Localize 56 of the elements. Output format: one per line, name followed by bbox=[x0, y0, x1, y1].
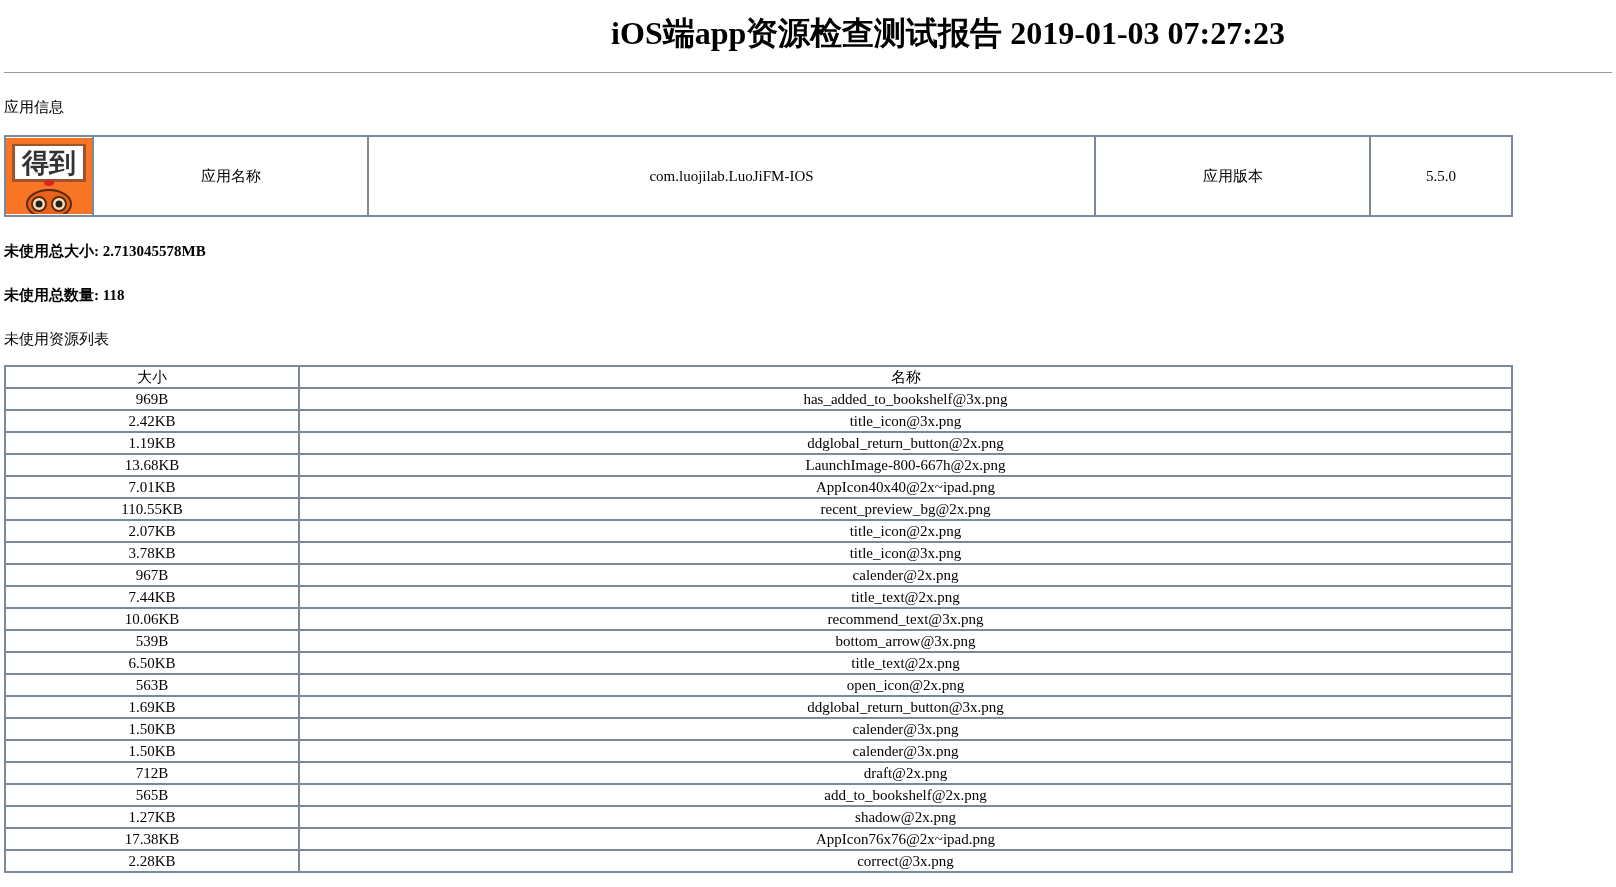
table-cell: 565B bbox=[5, 784, 299, 806]
table-cell: title_icon@2x.png bbox=[299, 520, 1512, 542]
table-cell: ddglobal_return_button@2x.png bbox=[299, 432, 1512, 454]
table-cell: 1.19KB bbox=[5, 432, 299, 454]
table-cell: 1.50KB bbox=[5, 718, 299, 740]
table-cell: open_icon@2x.png bbox=[299, 674, 1512, 696]
table-cell: bottom_arrow@3x.png bbox=[299, 630, 1512, 652]
table-cell: calender@3x.png bbox=[299, 718, 1512, 740]
summary-text: 未使用总数量: 118 bbox=[4, 286, 126, 305]
table-cell: add_to_bookshelf@2x.png bbox=[299, 784, 1512, 806]
table-cell: 539B bbox=[5, 630, 299, 652]
table-cell: title_icon@3x.png bbox=[299, 542, 1512, 564]
table-cell: 1.27KB bbox=[5, 806, 299, 828]
page-title: iOS端app资源检查测试报告 2019-01-03 07:27:23 bbox=[611, 14, 1285, 53]
table-cell: 1.69KB bbox=[5, 696, 299, 718]
table-cell: 563B bbox=[5, 674, 299, 696]
table-cell: title_text@2x.png bbox=[299, 586, 1512, 608]
table-cell: 712B bbox=[5, 762, 299, 784]
table-cell: draft@2x.png bbox=[299, 762, 1512, 784]
table-cell: recommend_text@3x.png bbox=[299, 608, 1512, 630]
table-cell: 3.78KB bbox=[5, 542, 299, 564]
section-heading: 应用信息 bbox=[4, 98, 65, 117]
table-cell: calender@2x.png bbox=[299, 564, 1512, 586]
section-heading: 未使用资源列表 bbox=[4, 330, 110, 349]
table-cell: ddglobal_return_button@3x.png bbox=[299, 696, 1512, 718]
table-cell: has_added_to_bookshelf@3x.png bbox=[299, 388, 1512, 410]
table-cell: 1.50KB bbox=[5, 740, 299, 762]
table-cell: 应用版本 bbox=[1095, 136, 1370, 216]
app-logo-icon: 得到 bbox=[6, 138, 92, 214]
table-cell: 2.42KB bbox=[5, 410, 299, 432]
table-cell: 110.55KB bbox=[5, 498, 299, 520]
table-cell: AppIcon40x40@2x~ipad.png bbox=[299, 476, 1512, 498]
table-cell: 17.38KB bbox=[5, 828, 299, 850]
table-cell: 969B bbox=[5, 388, 299, 410]
table-cell: 13.68KB bbox=[5, 454, 299, 476]
table-cell: AppIcon76x76@2x~ipad.png bbox=[299, 828, 1512, 850]
table-cell: correct@3x.png bbox=[299, 850, 1512, 872]
table-cell: 6.50KB bbox=[5, 652, 299, 674]
table-cell: 967B bbox=[5, 564, 299, 586]
table-cell: title_text@2x.png bbox=[299, 652, 1512, 674]
table-cell: shadow@2x.png bbox=[299, 806, 1512, 828]
table-cell: 7.44KB bbox=[5, 586, 299, 608]
table-cell: 2.28KB bbox=[5, 850, 299, 872]
table-cell: 应用名称 bbox=[93, 136, 368, 216]
table-cell: 2.07KB bbox=[5, 520, 299, 542]
table-cell: com.luojilab.LuoJiFM-IOS bbox=[368, 136, 1095, 216]
table-cell: 5.5.0 bbox=[1370, 136, 1512, 216]
table-cell: 7.01KB bbox=[5, 476, 299, 498]
table-cell: calender@3x.png bbox=[299, 740, 1512, 762]
table-cell: 10.06KB bbox=[5, 608, 299, 630]
column-header: 大小 bbox=[5, 366, 299, 388]
summary-text: 未使用总大小: 2.713045578MB bbox=[4, 242, 207, 261]
table-cell: recent_preview_bg@2x.png bbox=[299, 498, 1512, 520]
table-cell: title_icon@3x.png bbox=[299, 410, 1512, 432]
table-cell: LaunchImage-800-667h@2x.png bbox=[299, 454, 1512, 476]
column-header: 名称 bbox=[299, 366, 1512, 388]
